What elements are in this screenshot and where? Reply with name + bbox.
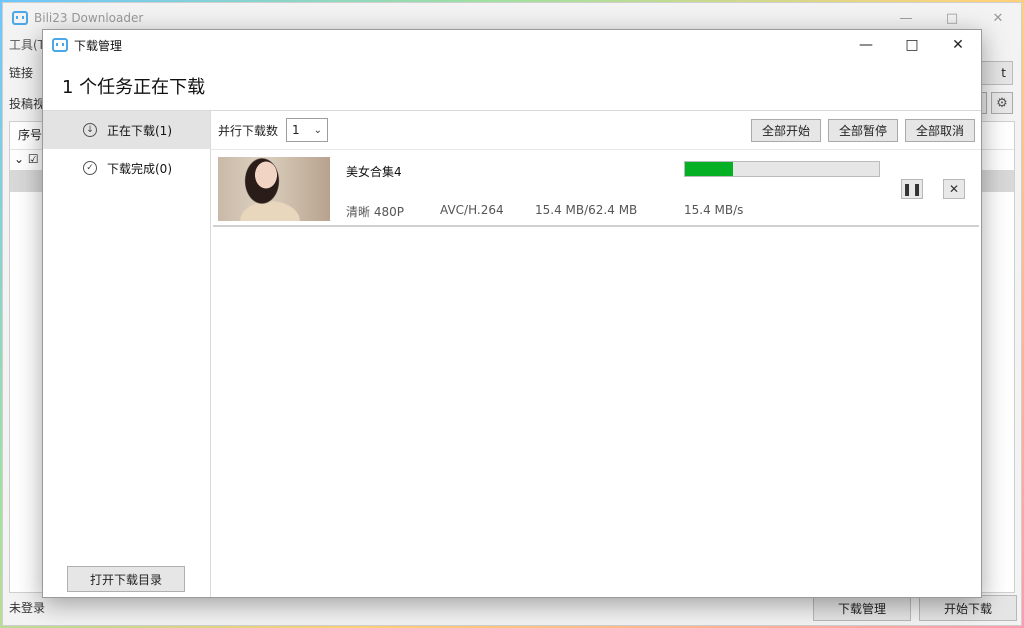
video-thumbnail [218,157,330,221]
check-circle-icon: ✓ [83,161,97,175]
task-title: 美女合集4 [346,165,402,179]
cancel-all-button[interactable]: 全部取消 [904,119,975,142]
download-status-heading: 1 个任务正在下载 [62,77,206,98]
login-status: 未登录 [9,601,46,615]
pause-all-button[interactable]: 全部暂停 [827,119,898,142]
pause-task-button[interactable]: ❚❚ [901,179,923,199]
sidebar-item-label: 下载完成(0) [107,161,172,176]
start-download-button[interactable]: 开始下载 [919,595,1017,621]
dialog-window-controls: — □ ✕ [843,30,981,60]
dialog-title: 下载管理 [74,38,123,53]
download-toolbar: 并行下载数 1 ⌄ 全部开始 全部暂停 全部取消 [211,111,981,149]
link-label: 链接 [9,66,34,80]
parallel-downloads-label: 并行下载数 [218,123,279,138]
dialog-close-button[interactable]: ✕ [935,30,981,60]
bulk-action-buttons: 全部开始 全部暂停 全部取消 [750,119,975,142]
task-speed: 15.4 MB/s [684,203,744,217]
chevron-down-icon: ⌄ [313,124,323,136]
dialog-maximize-button[interactable]: □ [889,30,935,60]
task-size: 15.4 MB/62.4 MB [535,203,638,217]
bilibili-tv-icon [12,11,28,25]
sidebar-item-downloading[interactable]: ↓ 正在下载(1) [43,111,210,149]
download-task-row: 美女合集4 清晰 480P AVC/H.264 15.4 MB/62.4 MB … [213,151,979,227]
download-arrow-icon: ↓ [83,123,97,137]
task-progress-bar [684,161,880,177]
task-progress-fill [685,162,733,176]
parallel-downloads-select[interactable]: 1 ⌄ [286,118,329,142]
task-quality: 清晰 480P [346,205,404,219]
sidebar-item-label: 正在下载(1) [107,123,172,138]
start-all-button[interactable]: 全部开始 [750,119,821,142]
gear-icon[interactable]: ⚙ [991,92,1013,114]
task-codec: AVC/H.264 [440,203,504,217]
dialog-titlebar: 下载管理 — □ ✕ [43,30,981,60]
pause-icon: ❚❚ [901,182,923,196]
divider [211,149,981,150]
main-window-title: Bili23 Downloader [34,11,144,25]
download-manager-dialog: 下载管理 — □ ✕ 1 个任务正在下载 ↓ 正在下载(1) ✓ 下载完成(0)… [42,29,982,598]
video-type-label: 投稿视 [9,97,46,111]
download-sidebar: ↓ 正在下载(1) ✓ 下载完成(0) 打开下载目录 [43,111,211,597]
bilibili-tv-icon [52,38,68,52]
download-manager-button[interactable]: 下载管理 [813,595,911,621]
dialog-minimize-button[interactable]: — [843,30,889,60]
parallel-downloads-value: 1 [292,123,300,137]
sidebar-item-completed[interactable]: ✓ 下载完成(0) [43,149,210,187]
download-list-panel: 并行下载数 1 ⌄ 全部开始 全部暂停 全部取消 美女合集4 清晰 480P A… [211,111,981,597]
tools-menu[interactable]: 工具(T [9,36,45,53]
dialog-body: ↓ 正在下载(1) ✓ 下载完成(0) 打开下载目录 并行下载数 1 ⌄ 全部开… [43,110,981,597]
close-icon: ✕ [948,182,960,196]
cancel-task-button[interactable]: ✕ [943,179,965,199]
open-download-folder-button[interactable]: 打开下载目录 [67,566,185,592]
